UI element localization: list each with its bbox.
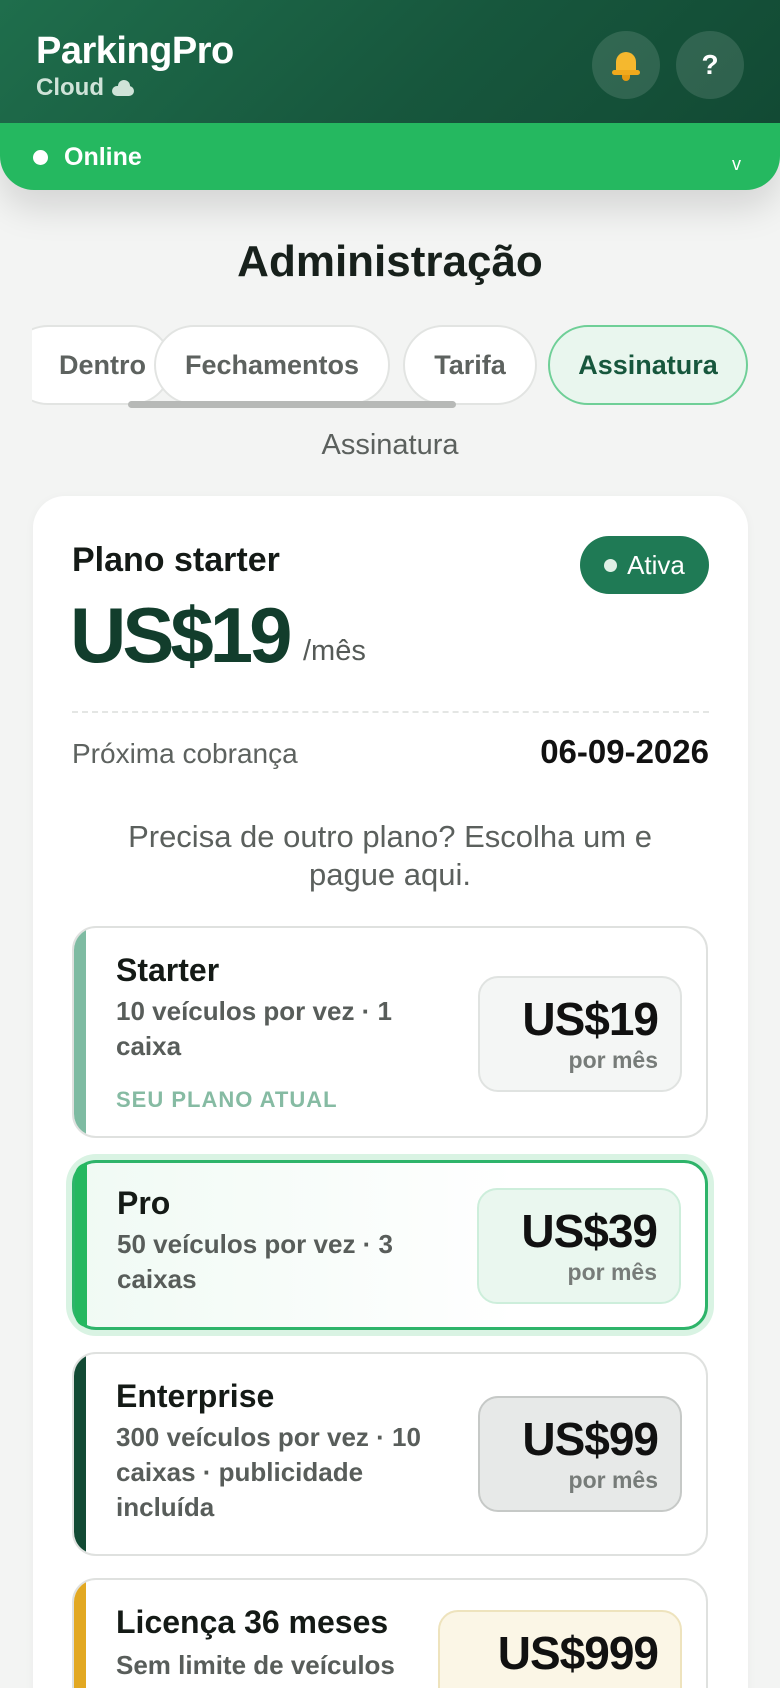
next-charge-date: 06-09-2026 — [540, 733, 709, 770]
tab-tarifa[interactable]: Tarifa — [403, 325, 537, 405]
plan-option-desc: 10 veículos por vez · 1 caixa — [116, 996, 393, 1061]
plan-option-price: US$19 — [522, 993, 659, 1045]
plan-option-price: US$99 — [522, 1413, 659, 1465]
section-subtitle: Assinatura — [321, 429, 459, 461]
cloud-icon — [110, 80, 136, 96]
status-dot-icon — [33, 150, 48, 165]
divider — [72, 711, 709, 713]
plan-option-period: por mês — [568, 1047, 658, 1073]
badge-dot-icon — [604, 558, 618, 572]
admin-tabs: Dentro Fechamentos Tarifa Assinatura — [32, 324, 752, 408]
plan-price-box: US$99 por mês — [478, 1396, 682, 1512]
plan-option-enterprise[interactable]: Enterprise 300 veículos por vez · 10 cai… — [72, 1352, 708, 1556]
plan-price-box: US$999 — [438, 1610, 682, 1688]
help-button[interactable]: ? — [676, 31, 744, 99]
plan-accent-bar — [74, 928, 86, 1136]
brand: ParkingPro Cloud — [36, 28, 234, 102]
plan-option-price: US$39 — [521, 1205, 658, 1257]
page-title: Administração — [237, 237, 543, 286]
plan-option-starter[interactable]: Starter 10 veículos por vez · 1 caixa SE… — [72, 926, 708, 1138]
current-plan-price: US$19 — [70, 591, 292, 679]
tab-dentro[interactable]: Dentro — [32, 325, 172, 405]
app-header: ParkingPro Cloud ? Online v — [0, 0, 780, 190]
status-badge: Ativa — [580, 536, 709, 594]
plan-option-price: US$999 — [497, 1627, 659, 1679]
plan-option-desc: 50 veículos por vez · 3 caixas — [117, 1229, 394, 1294]
chevron-down-icon[interactable]: v — [732, 153, 741, 175]
plan-option-name: Enterprise — [116, 1378, 275, 1414]
tab-fechamentos[interactable]: Fechamentos — [154, 325, 390, 405]
tabs-scrollbar[interactable] — [128, 401, 456, 408]
plan-option-license-36[interactable]: Licença 36 meses Sem limite de veículos … — [72, 1578, 708, 1688]
plan-price-box: US$39 por mês — [477, 1188, 681, 1304]
bell-icon — [611, 49, 641, 81]
brand-sub-label: Cloud — [36, 74, 104, 101]
plan-helper-text: Precisa de outro plano? Escolha um e pag… — [128, 819, 652, 892]
status-text: Online — [64, 143, 142, 171]
plan-option-desc: Sem limite de veículos — [116, 1650, 395, 1680]
header-top-bar: ParkingPro Cloud ? — [0, 0, 780, 123]
next-charge-label: Próxima cobrança — [72, 738, 298, 769]
current-plan-unit: /mês — [303, 635, 366, 667]
plan-option-desc: 300 veículos por vez · 10 caixas · publi… — [116, 1422, 421, 1522]
plan-option-pro[interactable]: Pro 50 veículos por vez · 3 caixas US$39… — [72, 1160, 708, 1330]
plan-accent-bar — [75, 1163, 87, 1327]
plan-option-name: Licença 36 meses — [116, 1604, 389, 1640]
plan-option-period: por mês — [567, 1259, 657, 1285]
help-icon: ? — [701, 49, 719, 80]
status-badge-label: Ativa — [627, 549, 685, 580]
current-plan-name: Plano starter — [72, 541, 280, 579]
brand-name: ParkingPro — [36, 30, 234, 72]
brand-sub: Cloud — [36, 74, 234, 102]
plan-accent-bar — [74, 1580, 86, 1688]
plan-accent-bar — [74, 1354, 86, 1554]
plan-price-box: US$19 por mês — [478, 976, 682, 1092]
plan-option-period: por mês — [568, 1467, 658, 1493]
connection-status-bar[interactable]: Online v — [0, 123, 780, 190]
plan-option-name: Pro — [117, 1185, 171, 1221]
current-plan-tag: SEU PLANO ATUAL — [116, 1087, 338, 1112]
tab-assinatura[interactable]: Assinatura — [548, 325, 748, 405]
plan-option-name: Starter — [116, 952, 220, 988]
notifications-button[interactable] — [592, 31, 660, 99]
